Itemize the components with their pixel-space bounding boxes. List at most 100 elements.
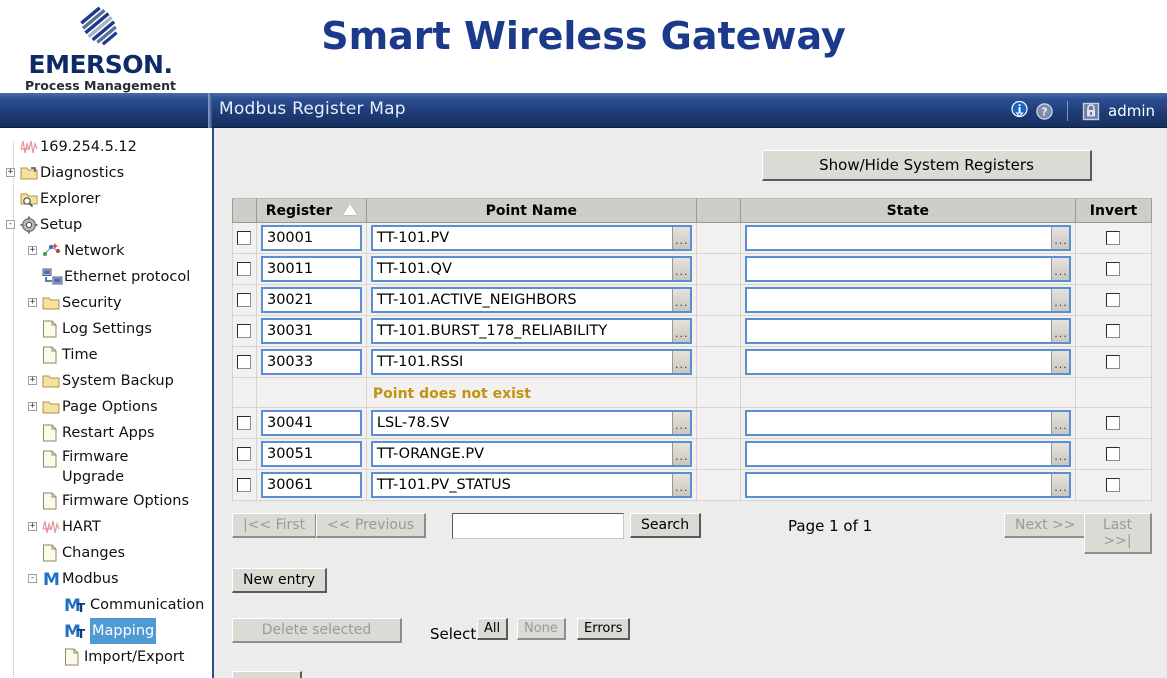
state-input[interactable]: ...: [744, 256, 1071, 282]
sidebar-item-firmware-upgrade[interactable]: Firmware Upgrade: [0, 446, 209, 488]
sidebar-item-mapping[interactable]: M T Mapping: [0, 618, 209, 644]
sidebar-item-network[interactable]: + Network: [0, 238, 209, 264]
state-input[interactable]: ...: [744, 349, 1071, 375]
register-input[interactable]: 30061: [260, 472, 362, 498]
state-browse-button[interactable]: ...: [1050, 289, 1069, 311]
state-input[interactable]: ...: [744, 287, 1071, 313]
register-input[interactable]: 30011: [260, 256, 362, 282]
help-icon[interactable]: ?: [1036, 102, 1053, 120]
invert-checkbox[interactable]: [1106, 293, 1121, 307]
point-name-browse-button[interactable]: ...: [671, 258, 690, 280]
sidebar-item-firmware-options[interactable]: Firmware Options: [0, 488, 209, 514]
invert-checkbox[interactable]: [1106, 416, 1121, 430]
lock-icon[interactable]: [1082, 102, 1100, 121]
row-select-checkbox[interactable]: [237, 293, 252, 307]
invert-checkbox[interactable]: [1106, 478, 1121, 492]
delete-selected-button[interactable]: Delete selected: [232, 618, 402, 643]
register-input[interactable]: 30041: [260, 410, 362, 436]
state-browse-button[interactable]: ...: [1050, 320, 1069, 342]
col-register-header[interactable]: Register: [255, 198, 367, 223]
tree-expander-icon[interactable]: +: [6, 168, 15, 177]
sidebar-item-modbus[interactable]: - M Modbus: [0, 566, 209, 592]
point-name-input[interactable]: TT-101.BURST_178_RELIABILITY...: [370, 318, 692, 344]
point-name-browse-button[interactable]: ...: [671, 443, 690, 465]
sidebar-item-explorer[interactable]: Explorer: [0, 186, 209, 212]
point-name-input[interactable]: TT-101.QV...: [370, 256, 692, 282]
register-input[interactable]: 30051: [260, 441, 362, 467]
sidebar-item-169-254-5-12[interactable]: 169.254.5.12: [0, 134, 209, 160]
state-input[interactable]: ...: [744, 441, 1071, 467]
col-invert-header[interactable]: Invert: [1074, 198, 1153, 223]
point-name-browse-button[interactable]: ...: [671, 474, 690, 496]
point-name-input[interactable]: LSL-78.SV...: [370, 410, 692, 436]
row-select-checkbox[interactable]: [237, 262, 252, 276]
point-name-browse-button[interactable]: ...: [671, 227, 690, 249]
state-browse-button[interactable]: ...: [1050, 474, 1069, 496]
tree-expander-icon[interactable]: +: [28, 246, 37, 255]
select-errors-button[interactable]: Errors: [577, 618, 631, 640]
col-state-header[interactable]: State: [739, 198, 1076, 223]
point-name-input[interactable]: TT-101.ACTIVE_NEIGHBORS...: [370, 287, 692, 313]
col-point-name-header[interactable]: Point Name: [365, 198, 697, 223]
state-browse-button[interactable]: ...: [1050, 412, 1069, 434]
state-input[interactable]: ...: [744, 410, 1071, 436]
point-name-input[interactable]: TT-101.PV...: [370, 225, 692, 251]
state-browse-button[interactable]: ...: [1050, 227, 1069, 249]
sidebar-item-hart[interactable]: + HART: [0, 514, 209, 540]
sidebar-item-ethernet-protocol[interactable]: Ethernet protocol: [0, 264, 209, 290]
tree-expander-icon[interactable]: +: [28, 376, 37, 385]
state-input[interactable]: ...: [744, 225, 1071, 251]
point-name-browse-button[interactable]: ...: [671, 412, 690, 434]
row-select-checkbox[interactable]: [237, 478, 252, 492]
info-icon[interactable]: [1011, 101, 1028, 121]
state-browse-button[interactable]: ...: [1050, 351, 1069, 373]
search-input[interactable]: [452, 513, 624, 539]
new-entry-button[interactable]: New entry: [232, 568, 328, 593]
invert-checkbox[interactable]: [1106, 262, 1121, 276]
state-input[interactable]: ...: [744, 318, 1071, 344]
register-input[interactable]: 30033: [260, 349, 362, 375]
register-input[interactable]: 30031: [260, 318, 362, 344]
sidebar-item-time[interactable]: Time: [0, 342, 209, 368]
select-all-button[interactable]: All: [477, 618, 509, 640]
register-input[interactable]: 30021: [260, 287, 362, 313]
point-name-input[interactable]: TT-ORANGE.PV...: [370, 441, 692, 467]
sidebar-item-setup[interactable]: - Setup: [0, 212, 209, 238]
last-page-button[interactable]: Last >>|: [1084, 513, 1152, 554]
sidebar-item-restart-apps[interactable]: Restart Apps: [0, 420, 209, 446]
sidebar-item-system-backup[interactable]: + System Backup: [0, 368, 209, 394]
invert-checkbox[interactable]: [1106, 447, 1121, 461]
select-none-button[interactable]: None: [517, 618, 566, 640]
point-name-input[interactable]: TT-101.PV_STATUS...: [370, 472, 692, 498]
first-page-button[interactable]: |<< First: [232, 513, 318, 538]
tree-expander-icon[interactable]: -: [6, 220, 15, 229]
show-hide-system-registers-button[interactable]: Show/Hide System Registers: [762, 150, 1092, 181]
state-browse-button[interactable]: ...: [1050, 443, 1069, 465]
row-select-checkbox[interactable]: [237, 324, 252, 338]
row-select-checkbox[interactable]: [237, 231, 252, 245]
sidebar-item-security[interactable]: + Security: [0, 290, 209, 316]
sidebar-item-diagnostics[interactable]: + Diagnostics: [0, 160, 209, 186]
previous-page-button[interactable]: << Previous: [316, 513, 427, 538]
invert-checkbox[interactable]: [1106, 231, 1121, 245]
sidebar-item-changes[interactable]: Changes: [0, 540, 209, 566]
state-browse-button[interactable]: ...: [1050, 258, 1069, 280]
partially-visible-button[interactable]: [232, 671, 302, 678]
search-button[interactable]: Search: [630, 513, 702, 538]
sidebar-item-import-export[interactable]: Import/Export: [0, 644, 209, 670]
sidebar-item-log-settings[interactable]: Log Settings: [0, 316, 209, 342]
next-page-button[interactable]: Next >>: [1004, 513, 1088, 538]
sidebar-item-page-options[interactable]: + Page Options: [0, 394, 209, 420]
tree-expander-icon[interactable]: +: [28, 298, 37, 307]
row-select-checkbox[interactable]: [237, 416, 252, 430]
row-select-checkbox[interactable]: [237, 355, 252, 369]
invert-checkbox[interactable]: [1106, 355, 1121, 369]
point-name-input[interactable]: TT-101.RSSI...: [370, 349, 692, 375]
row-select-checkbox[interactable]: [237, 447, 252, 461]
tree-expander-icon[interactable]: -: [28, 574, 37, 583]
sidebar-item-communication[interactable]: M T Communication: [0, 592, 209, 618]
invert-checkbox[interactable]: [1106, 324, 1121, 338]
point-name-browse-button[interactable]: ...: [671, 351, 690, 373]
point-name-browse-button[interactable]: ...: [671, 320, 690, 342]
point-name-browse-button[interactable]: ...: [671, 289, 690, 311]
